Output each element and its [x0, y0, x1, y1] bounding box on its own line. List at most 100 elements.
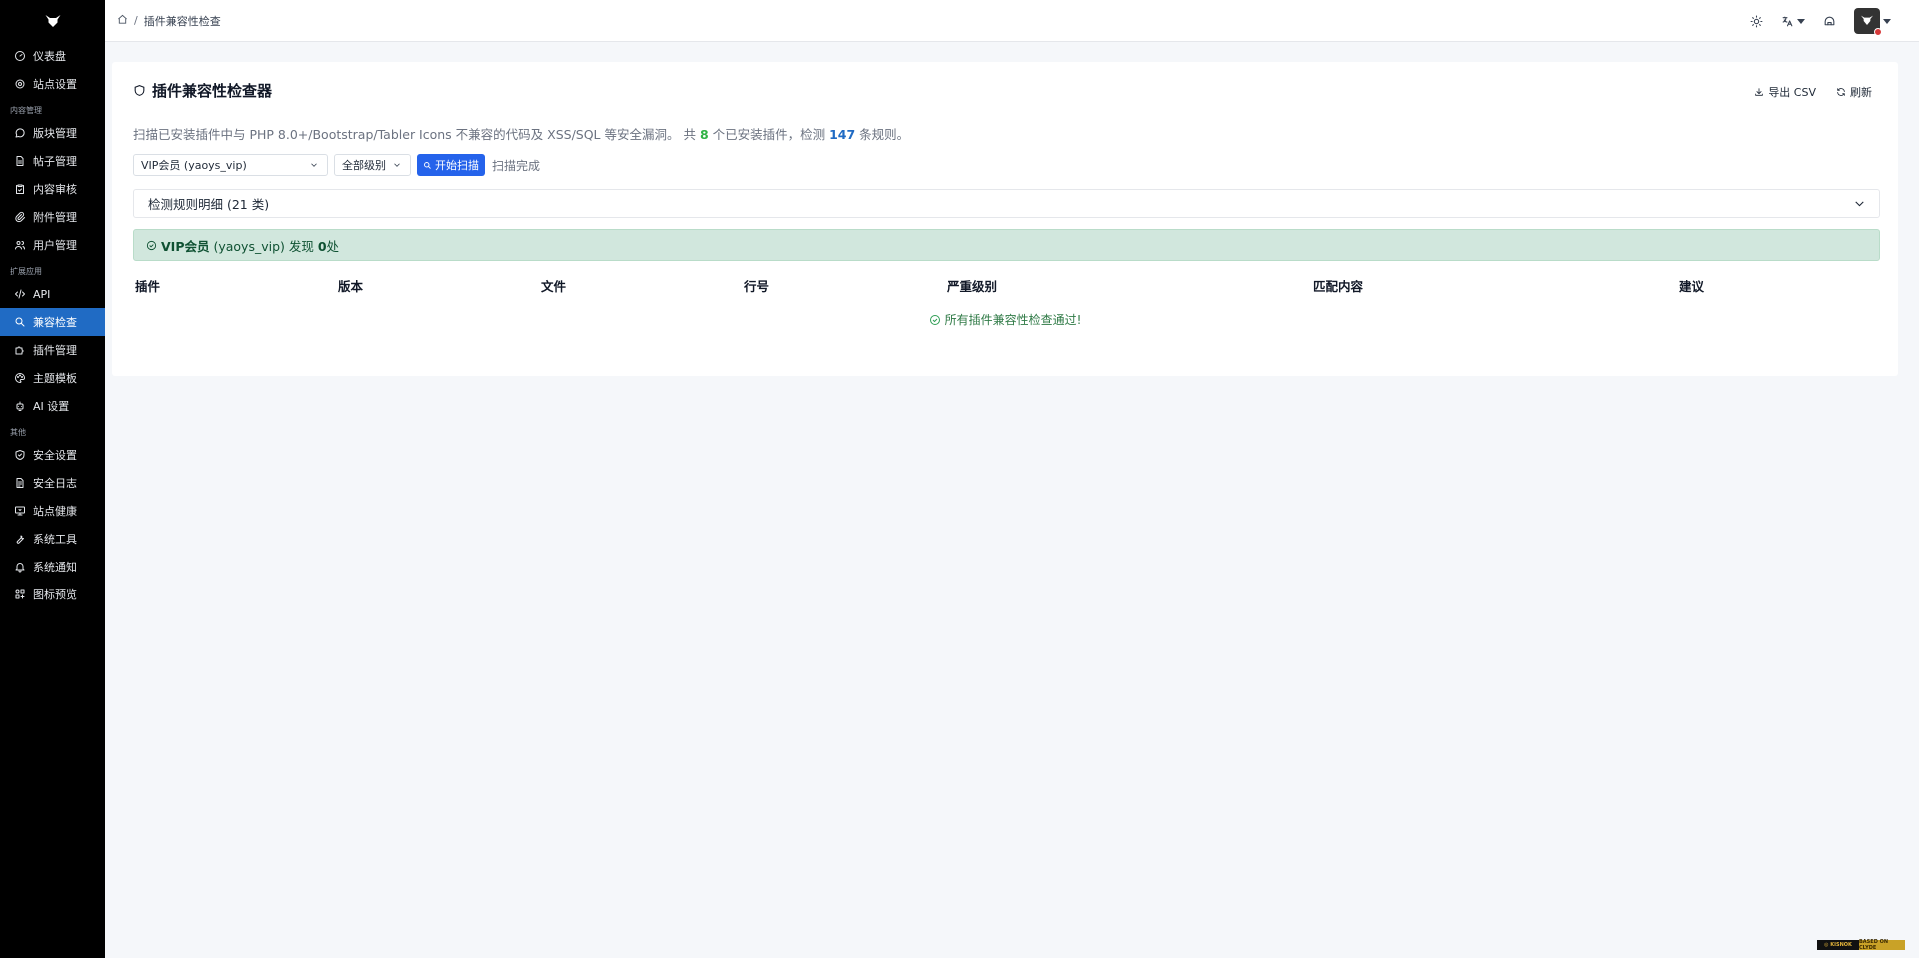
sidebar-item[interactable]: 版块管理	[0, 120, 105, 148]
icons-icon	[13, 588, 26, 601]
top-actions	[1750, 8, 1891, 36]
card-actions: 导出 CSV 刷新	[1754, 84, 1872, 100]
scan-status: 扫描完成	[492, 158, 541, 173]
sidebar-item-label: 帖子管理	[33, 155, 77, 169]
puzzle-icon	[13, 344, 26, 357]
start-scan-button[interactable]: 开始扫描	[417, 154, 485, 176]
sidebar-section-label: 内容管理	[10, 105, 42, 115]
chevron-down-icon	[1855, 201, 1864, 207]
home-site-button[interactable]	[1823, 15, 1836, 28]
sidebar-item[interactable]: 仪表盘	[0, 42, 105, 70]
palette-icon	[13, 371, 26, 384]
result-alert: VIP会员 (yaoys_vip) 发现 0处	[133, 229, 1880, 261]
export-csv-button[interactable]: 导出 CSV	[1754, 84, 1816, 100]
sidebar-item[interactable]: 安全设置	[0, 442, 105, 470]
sun-icon	[1750, 15, 1763, 27]
sidebar-item-label: 版块管理	[33, 127, 77, 141]
clipboard-check-icon	[13, 183, 26, 196]
sidebar-item[interactable]: 插件管理	[0, 336, 105, 364]
sidebar-item[interactable]: 站点设置	[0, 70, 105, 98]
sidebar-item[interactable]: 用户管理	[0, 231, 105, 259]
sidebar-item[interactable]: 附件管理	[0, 203, 105, 231]
sidebar-item[interactable]: 帖子管理	[0, 147, 105, 175]
sidebar-item-label: 图标预览	[33, 588, 77, 602]
sidebar-item[interactable]: 兼容检查	[0, 308, 105, 337]
bell-icon	[13, 560, 26, 573]
bull-avatar-icon	[1861, 15, 1873, 25]
sidebar-item[interactable]: 内容审核	[0, 175, 105, 203]
table-header: 插件 版本 文件 行号 严重级别 匹配内容 建议	[133, 272, 1880, 294]
circle-check-icon	[929, 314, 940, 325]
home-icon	[1824, 16, 1835, 25]
level-select-value: 全部级别	[342, 159, 386, 172]
sidebar-item-label: AI 设置	[33, 399, 70, 413]
sidebar-item[interactable]: 图标预览	[0, 581, 105, 609]
alert-unit: 处	[326, 238, 340, 254]
col-line[interactable]: 行号	[744, 276, 769, 295]
desc-prefix: 扫描已安装插件中与 PHP 8.0+/Bootstrap/Tabler Icon…	[133, 127, 700, 142]
sidebar-item[interactable]: 系统通知	[0, 553, 105, 581]
export-csv-label: 导出 CSV	[1768, 86, 1816, 99]
rules-accordion[interactable]: 检测规则明细 (21 类)	[133, 189, 1880, 218]
robot-icon	[13, 399, 26, 412]
settings-icon	[13, 77, 26, 90]
chevron-down-icon	[1883, 18, 1891, 24]
alert-count: 0	[317, 238, 327, 254]
plugin-select-value: VIP会员 (yaoys_vip)	[141, 159, 247, 172]
sidebar-section-label: 扩展应用	[10, 266, 42, 276]
desc-middle: 个已安装插件，检测	[708, 127, 830, 142]
sidebar-item[interactable]: API	[0, 281, 105, 309]
desc-suffix: 条规则。	[855, 127, 910, 142]
logo[interactable]	[0, 0, 105, 42]
page-title: 插件兼容性检查器	[133, 80, 272, 101]
theme-toggle[interactable]	[1750, 15, 1763, 28]
language-dropdown[interactable]	[1781, 15, 1805, 28]
paperclip-icon	[13, 210, 26, 223]
breadcrumb-current: 插件兼容性检查	[143, 14, 221, 28]
sidebar-nav: 仪表盘站点设置内容管理版块管理帖子管理内容审核附件管理用户管理扩展应用 API 兼容…	[0, 42, 105, 608]
empty-message: 所有插件兼容性检查通过!	[944, 313, 1082, 327]
topbar: / 插件兼容性检查	[105, 0, 1919, 42]
chevron-down-icon	[1797, 18, 1805, 24]
sidebar-item[interactable]: 主题模板	[0, 364, 105, 392]
user-menu[interactable]	[1854, 8, 1891, 36]
col-version[interactable]: 版本	[338, 276, 363, 295]
results-table: 插件 版本 文件 行号 严重级别 匹配内容 建议	[133, 272, 1880, 294]
plugin-select[interactable]: VIP会员 (yaoys_vip)	[133, 154, 328, 176]
empty-state: 所有插件兼容性检查通过!	[112, 311, 1898, 328]
bull-logo-icon	[45, 15, 60, 27]
col-severity[interactable]: 严重级别	[947, 276, 997, 295]
breadcrumb: / 插件兼容性检查	[105, 13, 221, 29]
col-file[interactable]: 文件	[541, 276, 566, 295]
col-match[interactable]: 匹配内容	[1313, 276, 1363, 295]
shield-icon	[134, 85, 145, 96]
sidebar-item-label: 系统工具	[33, 532, 77, 546]
sidebar-item-label: API	[33, 287, 51, 301]
download-icon	[1755, 88, 1764, 96]
sidebar-item[interactable]: AI 设置	[0, 392, 105, 420]
col-plugin[interactable]: 插件	[135, 276, 160, 295]
message-circle-icon	[13, 127, 26, 140]
gauge-icon	[13, 49, 26, 62]
description: 扫描已安装插件中与 PHP 8.0+/Bootstrap/Tabler Icon…	[133, 124, 909, 143]
col-suggestion[interactable]: 建议	[1679, 276, 1704, 295]
sidebar-item[interactable]: 站点健康	[0, 497, 105, 525]
compat-checker-card: 插件兼容性检查器 导出 CSV 刷新 扫描已安装插件中与 PHP 8.0+/Bo…	[112, 62, 1898, 376]
home-icon[interactable]	[117, 14, 128, 28]
footer-badge: ◎ KISNOK BASED ON CLYDE	[1817, 939, 1905, 951]
breadcrumb-separator: /	[134, 14, 138, 27]
badge-left: ◎ KISNOK	[1817, 940, 1859, 950]
refresh-label: 刷新	[1850, 86, 1872, 99]
sidebar-item[interactable]: 安全日志	[0, 469, 105, 497]
sidebar-item-label: 附件管理	[33, 210, 77, 224]
sidebar-item-label: 站点设置	[33, 77, 77, 91]
search-icon	[13, 316, 26, 329]
sidebar-item[interactable]: 系统工具	[0, 525, 105, 553]
sidebar-item-label: 站点健康	[33, 505, 77, 519]
start-scan-label: 开始扫描	[435, 160, 479, 172]
refresh-button[interactable]: 刷新	[1836, 84, 1872, 100]
level-select[interactable]: 全部级别	[334, 154, 411, 176]
sidebar-item-label: 系统通知	[33, 560, 77, 574]
scan-controls: VIP会员 (yaoys_vip) 全部级别 开始扫描 扫描完成	[133, 154, 540, 176]
sidebar-item-label: 兼容检查	[33, 316, 77, 330]
